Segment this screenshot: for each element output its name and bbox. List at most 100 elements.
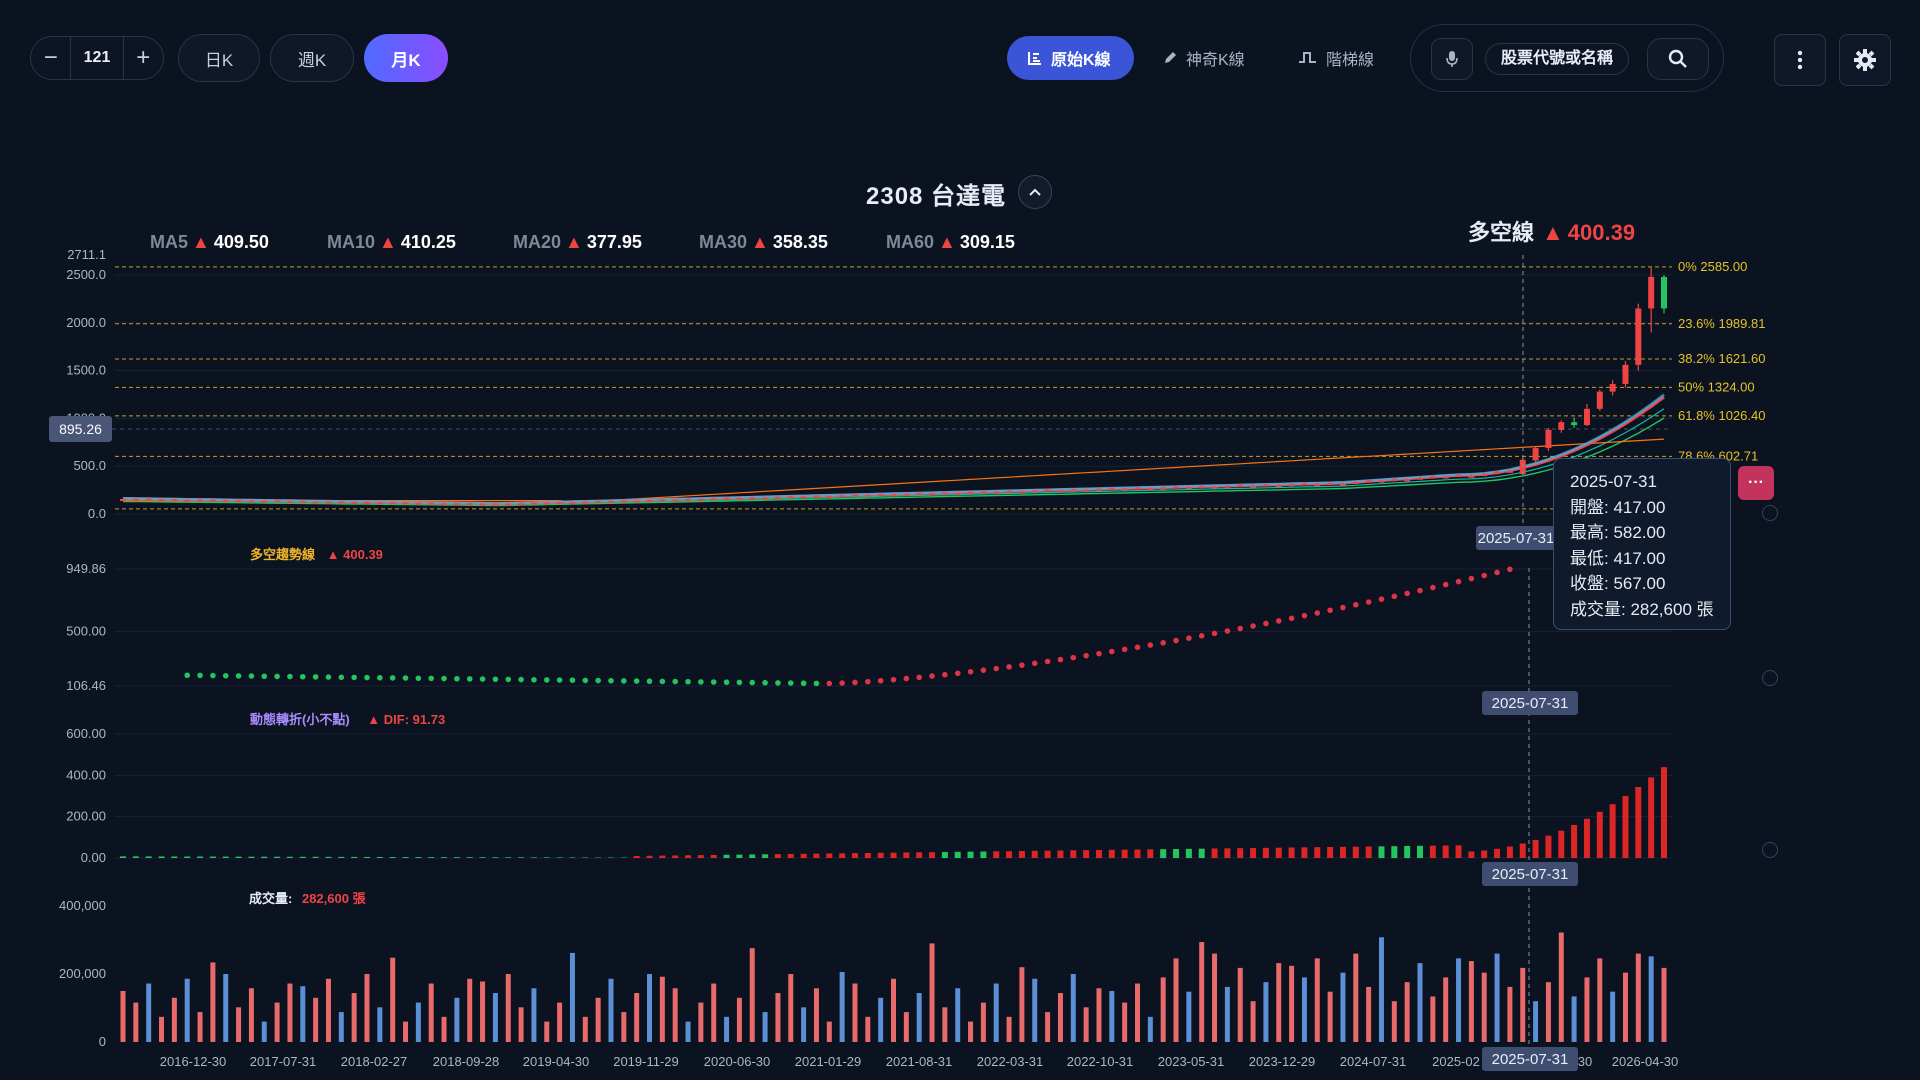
trend-dot	[556, 677, 563, 683]
trend-dot	[1353, 601, 1359, 608]
candle-body	[607, 501, 614, 504]
dif-bar	[710, 854, 717, 858]
candle-body	[1160, 487, 1167, 490]
candle-body	[774, 496, 781, 499]
trend-dot	[1301, 612, 1308, 619]
candle-body	[826, 495, 833, 498]
trend-dot	[1083, 652, 1089, 659]
trend-dot	[1468, 575, 1475, 582]
trend-dot	[287, 673, 293, 680]
volume-bar	[724, 1016, 730, 1042]
trend-dot	[210, 672, 216, 679]
candle-body	[453, 503, 460, 506]
volume-bar	[1571, 996, 1577, 1042]
volume-bar	[274, 1002, 280, 1042]
volume-bar	[1391, 1001, 1397, 1042]
x-axis-date-label: 2022-10-31	[1067, 1054, 1134, 1069]
volume-bar	[1622, 972, 1628, 1042]
dif-bar	[1494, 848, 1501, 858]
candle-body	[1609, 383, 1616, 392]
candle-body	[1173, 486, 1180, 489]
tooltip-more-button[interactable]: ···	[1738, 466, 1774, 500]
candle-body	[1583, 408, 1590, 426]
volume-bar	[313, 997, 319, 1042]
volume-bar	[467, 978, 473, 1042]
trend-dot	[1340, 604, 1346, 611]
volume-bar	[1070, 974, 1076, 1042]
dif-bar	[1083, 850, 1090, 858]
dif-bar	[1250, 847, 1257, 858]
trend-dot	[1455, 578, 1462, 585]
trend-dot	[993, 665, 1000, 672]
volume-bar	[1378, 937, 1384, 1042]
dif-bar	[1134, 849, 1141, 858]
volume-bar	[1237, 967, 1243, 1042]
panel-value: 282,600 張	[301, 891, 366, 906]
trend-dot	[531, 676, 537, 683]
trend-dot	[775, 680, 781, 686]
candle-body	[1301, 483, 1308, 486]
candle-body	[813, 495, 820, 498]
volume-bar	[595, 997, 601, 1042]
x-axis-date-label: 2023-05-31	[1158, 1054, 1225, 1069]
trend-dot	[1365, 599, 1372, 605]
dif-bar	[1609, 804, 1616, 858]
dif-axis-label: 400.00	[66, 767, 106, 782]
trend-dot	[364, 674, 370, 681]
candle-body	[1442, 476, 1449, 479]
dif-bar	[633, 855, 640, 858]
volume-bar	[698, 1002, 704, 1042]
dif-bar	[441, 857, 448, 858]
volume-bar	[261, 1021, 267, 1042]
dif-bar	[980, 851, 987, 858]
trend-dot	[1430, 584, 1436, 591]
fib-level-label: 61.8% 1026.40	[1678, 408, 1765, 423]
trend-dot	[1378, 596, 1385, 602]
x-axis-date-label: 2024-07-31	[1340, 1054, 1407, 1069]
trend-dot	[672, 678, 678, 685]
dif-bar	[1558, 830, 1565, 858]
volume-bar	[133, 1002, 139, 1042]
dif-bar	[826, 853, 833, 858]
volume-bar	[1661, 967, 1667, 1042]
trend-dot	[1288, 615, 1295, 622]
volume-bar	[287, 983, 293, 1042]
panel-toggle-radio[interactable]	[1762, 670, 1778, 686]
trend-dot	[479, 676, 486, 682]
trend-dot	[749, 679, 756, 686]
candle-body	[1250, 485, 1257, 488]
volume-axis-label: 0	[99, 1034, 106, 1049]
candle-body	[1429, 476, 1436, 479]
candle-body	[1635, 308, 1642, 365]
candle-body	[466, 503, 473, 506]
volume-bar	[634, 993, 640, 1042]
tooltip-open: 開盤: 417.00	[1570, 497, 1666, 517]
dif-bar	[1365, 846, 1372, 858]
candle-body	[929, 493, 936, 496]
trend-dot	[813, 680, 820, 687]
trend-dot	[1057, 656, 1064, 663]
candle-body	[800, 496, 807, 499]
candle-body	[209, 499, 216, 502]
trend-dot	[710, 679, 717, 685]
ma-line	[122, 393, 1665, 505]
dif-bar	[967, 851, 974, 858]
candle-body	[530, 502, 537, 505]
volume-bar	[801, 1007, 807, 1042]
volume-bar	[492, 993, 498, 1042]
volume-bar	[1212, 953, 1218, 1042]
volume-bar	[248, 988, 254, 1042]
panel-toggle-radio[interactable]	[1762, 842, 1778, 858]
volume-bar	[351, 993, 357, 1042]
dif-bar	[877, 852, 884, 858]
candle-body	[325, 501, 332, 504]
pivot-panel-label: 動態轉折(小不點) ▲ DIF: 91.73	[250, 709, 445, 728]
candle-body	[1237, 484, 1244, 487]
candle-body	[569, 502, 576, 505]
volume-bar	[955, 988, 961, 1042]
dif-bar	[1429, 845, 1436, 858]
dif-bar	[1327, 847, 1334, 858]
trend-dot	[865, 678, 871, 685]
panel-toggle-radio[interactable]	[1762, 505, 1778, 521]
candle-body	[363, 501, 370, 504]
